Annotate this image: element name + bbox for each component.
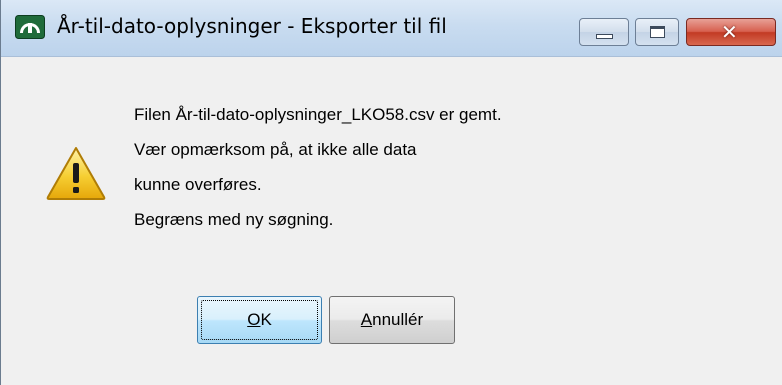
message-line: Begræns med ny søgning.	[134, 210, 334, 229]
minimize-button[interactable]	[579, 18, 629, 46]
minimize-icon	[596, 34, 613, 39]
message-text: Filen År-til-dato-oplysninger_LKO58.csv …	[134, 105, 502, 245]
dialog-window: År-til-dato-oplysninger - Eksporter til …	[0, 0, 782, 385]
focus-ring	[201, 300, 318, 340]
cancel-button[interactable]: Annullér	[329, 296, 455, 344]
message-line: Filen År-til-dato-oplysninger_LKO58.csv …	[134, 105, 502, 124]
title-bar[interactable]: År-til-dato-oplysninger - Eksporter til …	[1, 0, 782, 57]
cancel-button-mnemonic: A	[360, 310, 373, 329]
maximize-icon	[650, 26, 665, 38]
message-line: kunne overføres.	[134, 175, 262, 194]
warning-icon	[45, 145, 107, 201]
close-button[interactable]: ✕	[686, 18, 776, 46]
message-line: Vær opmærksom på, at ikke alle data	[134, 140, 417, 159]
close-icon: ✕	[721, 20, 738, 44]
ok-button[interactable]: OK	[197, 296, 322, 344]
cancel-button-label: nnullér	[372, 310, 424, 329]
window-title: År-til-dato-oplysninger - Eksporter til …	[57, 14, 447, 38]
maximize-button[interactable]	[635, 18, 679, 46]
app-logo-icon	[15, 15, 45, 39]
